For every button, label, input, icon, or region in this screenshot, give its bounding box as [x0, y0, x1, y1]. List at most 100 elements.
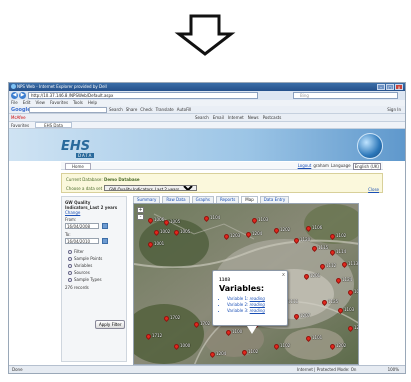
map-marker-label: 1005 — [180, 229, 191, 234]
map-marker-label: 1112 — [326, 263, 337, 268]
option-label: Sample Points — [74, 256, 103, 261]
map-marker-label: 1103 — [258, 217, 269, 222]
satellite-map[interactable]: + - 1006 1005 1104 1103 1002 1005 1001 1203 1204… — [133, 203, 359, 365]
map-marker-label: 1204 — [216, 351, 227, 356]
ehs-logo: EHS — [61, 139, 91, 154]
variable-reading-link[interactable]: reading — [250, 296, 265, 301]
from-calendar-icon[interactable] — [102, 223, 108, 229]
variable-name: Variable 1: — [227, 296, 249, 301]
map-marker-label: 1204 — [252, 231, 263, 236]
map-marker-label: 1001 — [154, 241, 165, 246]
map-marker-label: 1102 — [336, 233, 347, 238]
sign-in-link[interactable]: Sign In — [387, 107, 401, 113]
map-marker-label: 1203 — [230, 233, 241, 238]
toolbar-news-button[interactable]: News — [248, 115, 259, 121]
toolbar-podcasts-button[interactable]: Postcasts — [263, 115, 282, 121]
map-zoom-controls: + - — [137, 207, 144, 221]
view-tabs: Summary Raw Data Graphs Reports Map Data… — [133, 196, 290, 203]
google-toolbar-buttons: Search Share Check Translate AutoFill — [109, 107, 191, 113]
filter-option-sample-types[interactable]: Sample Types — [68, 277, 102, 282]
favorites-button[interactable]: Favorites — [11, 122, 29, 128]
tab-data-entry[interactable]: Data Entry — [259, 196, 290, 203]
google-share-button[interactable]: Share — [126, 107, 138, 113]
map-marker-label: 1111 — [288, 299, 299, 304]
map-marker-label: 1202 — [280, 227, 291, 232]
map-marker-label: 1100 — [232, 329, 243, 334]
forward-button[interactable]: ▶ — [19, 92, 26, 99]
filter-option-sample-points[interactable]: Sample Points — [68, 256, 102, 261]
choose-dataset-label: Choose a data set — [66, 185, 103, 191]
filter-option-filter[interactable]: Filter — [68, 249, 84, 254]
variable-reading-link[interactable]: reading — [250, 302, 265, 307]
option-label: Filter — [74, 249, 84, 254]
to-calendar-icon[interactable] — [102, 238, 108, 244]
dataset-chooser: Choose a data set GW Quality Indicators_… — [66, 185, 198, 191]
database-bar: Current Database: Demo Database Choose a… — [61, 173, 383, 193]
map-marker-label: 1124 — [342, 277, 353, 282]
map-marker-label: 1202 — [336, 343, 347, 348]
toolbar-internet-button[interactable]: Internet — [228, 115, 244, 121]
zoom-out-button[interactable]: - — [137, 214, 144, 220]
site-header: EHS DATA — [9, 129, 405, 161]
google-translate-button[interactable]: Translate — [156, 107, 174, 113]
map-marker-label: 1115 — [318, 245, 329, 250]
change-link[interactable]: Change — [65, 210, 80, 215]
variable-name: Variable 3: — [227, 308, 249, 313]
popup-variable-list: Variable 1: reading Variable 2: reading … — [227, 296, 265, 314]
close-window-button[interactable]: x — [395, 84, 403, 90]
from-date-input[interactable]: 16/04/2008 — [65, 223, 99, 229]
status-text: Done — [12, 367, 23, 372]
map-marker-label: 1712 — [152, 333, 163, 338]
search-box[interactable]: Bing — [293, 92, 398, 99]
back-button[interactable]: ◀ — [11, 92, 18, 99]
close-popup-icon[interactable]: x — [282, 272, 285, 278]
minimize-button[interactable]: – — [377, 84, 385, 90]
zoom-level[interactable]: 100% — [388, 366, 399, 373]
language-label: Language — [330, 163, 351, 168]
google-check-button[interactable]: Check — [140, 107, 152, 113]
map-marker-label: 1002 — [160, 229, 171, 234]
language-select[interactable]: English (UK) — [352, 162, 381, 170]
popup-title: Variables: — [219, 284, 265, 293]
map-marker-label: 1125 — [328, 299, 339, 304]
close-database-bar-link[interactable]: Close — [368, 187, 379, 192]
tab-graphs[interactable]: Graphs — [191, 196, 214, 203]
browser-tab-ehs-data[interactable]: EHS Data — [35, 122, 72, 128]
toolbar-email-button[interactable]: Email — [213, 115, 224, 121]
to-label: To: — [65, 232, 71, 237]
home-button[interactable]: Home — [65, 163, 91, 170]
variable-reading-link[interactable]: reading — [250, 308, 265, 313]
google-autofill-button[interactable]: AutoFill — [177, 107, 192, 113]
filter-option-variables[interactable]: Variables — [68, 263, 92, 268]
map-marker-label: 1113 — [348, 261, 359, 266]
apply-filter-button[interactable]: Apply Filter — [95, 320, 126, 329]
radio-icon — [68, 256, 72, 261]
favorites-bar: Favorites EHS Data — [9, 122, 405, 129]
tab-map[interactable]: Map — [241, 196, 258, 203]
map-marker-label: 1207 — [300, 313, 311, 318]
map-marker-label: 1114 — [336, 249, 347, 254]
command-bar-buttons: Search Email Internet News Postcasts — [195, 115, 281, 121]
to-date-input[interactable]: 16/04/2010 — [65, 238, 99, 244]
tab-reports[interactable]: Reports — [215, 196, 240, 203]
filter-option-sources[interactable]: Sources — [68, 270, 90, 275]
tab-raw-data[interactable]: Raw Data — [162, 196, 190, 203]
record-count: 276 records — [65, 285, 89, 290]
window-title: NPS Web - Internet Explorer provided by … — [17, 84, 107, 89]
tab-summary[interactable]: Summary — [133, 196, 161, 203]
maximize-button[interactable]: □ — [386, 84, 394, 90]
toolbar-search-button[interactable]: Search — [195, 115, 209, 121]
url-input[interactable]: http://10.37.146.8 /NPSWeb/Default.aspx — [28, 92, 258, 99]
mcafee-button[interactable]: McAfee — [11, 115, 26, 120]
internet-explorer-icon — [11, 84, 16, 89]
zoom-in-button[interactable]: + — [137, 207, 144, 213]
dataset-select[interactable]: GW Quality Indicators_Last 2 years — [104, 185, 198, 191]
window-title-bar: NPS Web - Internet Explorer provided by … — [9, 83, 405, 91]
google-search-button[interactable]: Search — [109, 107, 123, 113]
logout-link[interactable]: Logout — [298, 162, 312, 170]
option-label: Sources — [74, 270, 90, 275]
radio-icon — [68, 277, 72, 282]
map-marker-label: 1005 — [170, 219, 181, 224]
map-marker-label: 1702 — [170, 315, 181, 320]
google-search-input[interactable] — [29, 107, 107, 113]
